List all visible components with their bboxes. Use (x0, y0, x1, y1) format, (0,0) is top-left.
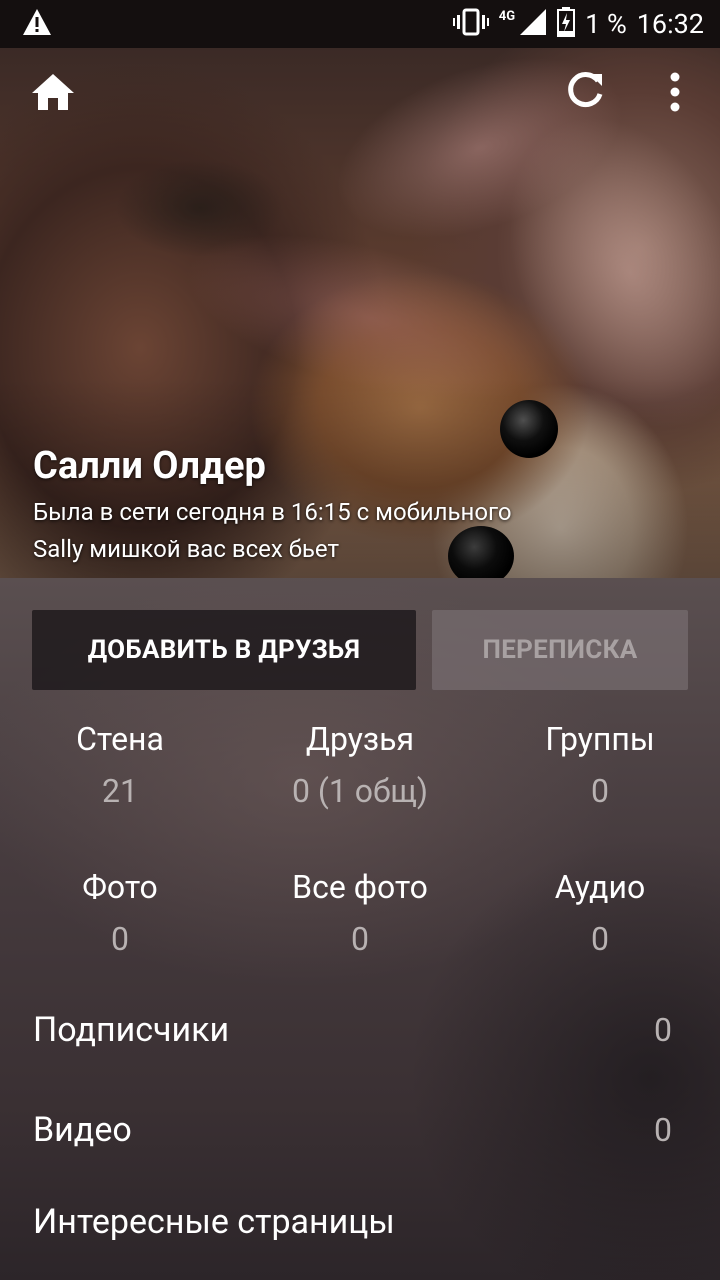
stat-value: 0 (591, 920, 609, 958)
stat-label: Аудио (554, 868, 646, 906)
home-icon[interactable] (30, 72, 76, 116)
stat-label: Стена (76, 720, 164, 758)
stat-value: 0 (1 общ) (291, 772, 429, 810)
profile-content: ДОБАВИТЬ В ДРУЗЬЯ ПЕРЕПИСКА Стена 21 Дру… (0, 578, 720, 1280)
list-item-video[interactable]: Видео 0 (33, 1110, 672, 1150)
refresh-icon[interactable] (564, 70, 606, 116)
network-type: 4G (498, 8, 516, 24)
stat-label: Все фото (292, 868, 428, 906)
battery-percent: 1 % (585, 8, 627, 40)
list-item-label: Интересные страницы (33, 1202, 395, 1242)
list-item-value: 0 (654, 1011, 672, 1049)
stat-value: 0 (111, 920, 129, 958)
list-item-label: Подписчики (33, 1010, 230, 1050)
list-item-interesting-pages[interactable]: Интересные страницы (33, 1202, 672, 1242)
status-text: Sally мишкой вас всех бьет (33, 535, 339, 563)
stat-wall[interactable]: Стена 21 (0, 720, 240, 810)
stat-value: 21 (102, 772, 138, 810)
stat-label: Группы (545, 720, 655, 758)
status-bar: 4G 1 % 16:32 (0, 0, 720, 48)
signal-icon (519, 8, 547, 40)
clock: 16:32 (636, 8, 704, 40)
stat-value: 0 (591, 772, 609, 810)
stat-photos[interactable]: Фото 0 (0, 868, 240, 958)
stat-groups[interactable]: Группы 0 (480, 720, 720, 810)
list-item-label: Видео (33, 1110, 132, 1150)
more-vert-icon[interactable] (667, 72, 683, 116)
stat-label: Фото (82, 868, 158, 906)
vibrate-icon (452, 8, 489, 40)
stat-all-photos[interactable]: Все фото 0 (240, 868, 480, 958)
profile-name: Салли Олдер (33, 444, 266, 488)
stat-value: 0 (351, 920, 369, 958)
last-seen-text: Была в сети сегодня в 16:15 с мобильного (33, 498, 512, 526)
battery-charging-icon (557, 7, 576, 41)
list-item-followers[interactable]: Подписчики 0 (33, 1010, 672, 1050)
stat-audio[interactable]: Аудио 0 (480, 868, 720, 958)
list-item-value: 0 (654, 1111, 672, 1149)
stat-label: Друзья (305, 720, 415, 758)
warning-icon (22, 8, 52, 40)
stat-friends[interactable]: Друзья 0 (1 общ) (240, 720, 480, 810)
messages-button[interactable]: ПЕРЕПИСКА (432, 610, 688, 690)
add-friend-button[interactable]: ДОБАВИТЬ В ДРУЗЬЯ (32, 610, 416, 690)
